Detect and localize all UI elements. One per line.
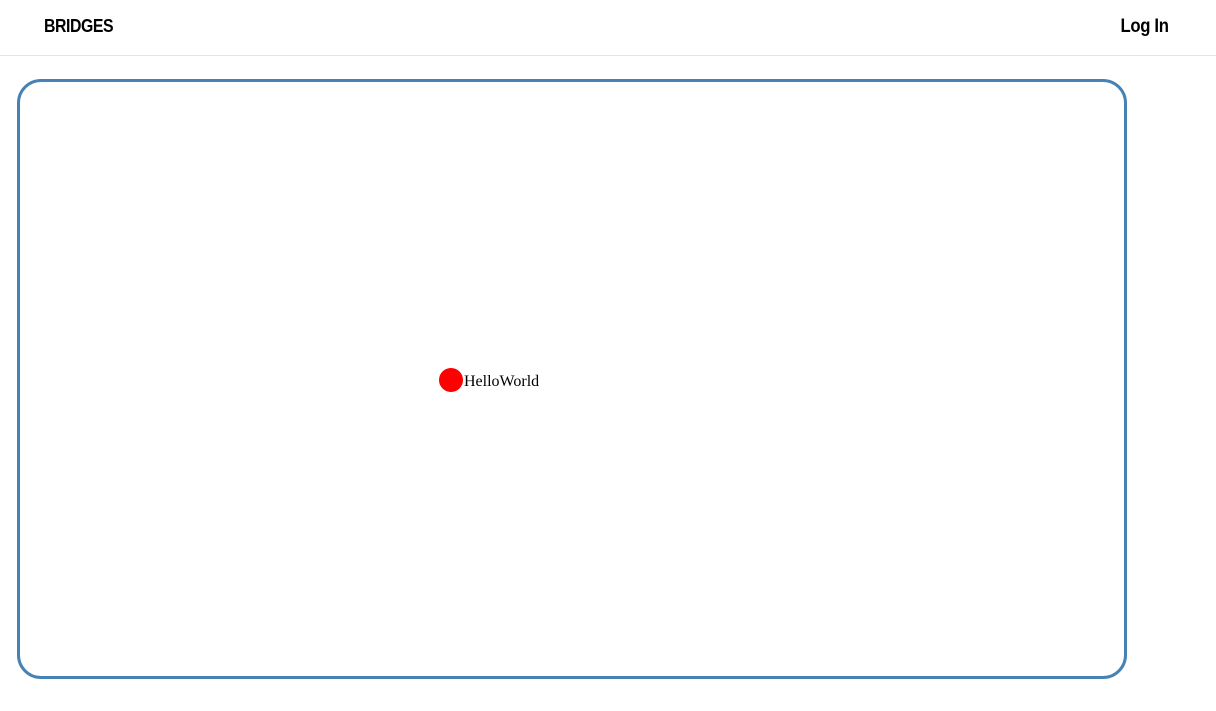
graph-visualization-canvas[interactable]: HelloWorld bbox=[17, 79, 1127, 679]
top-navbar: BRIDGES Log In bbox=[0, 0, 1216, 56]
graph-node-label: HelloWorld bbox=[464, 373, 539, 390]
graph-node[interactable]: HelloWorld bbox=[439, 368, 539, 392]
brand-link[interactable]: BRIDGES bbox=[44, 16, 114, 37]
login-link[interactable]: Log In bbox=[1121, 16, 1169, 38]
graph-node-circle[interactable] bbox=[439, 368, 463, 392]
graph-svg[interactable]: HelloWorld bbox=[20, 82, 1124, 676]
